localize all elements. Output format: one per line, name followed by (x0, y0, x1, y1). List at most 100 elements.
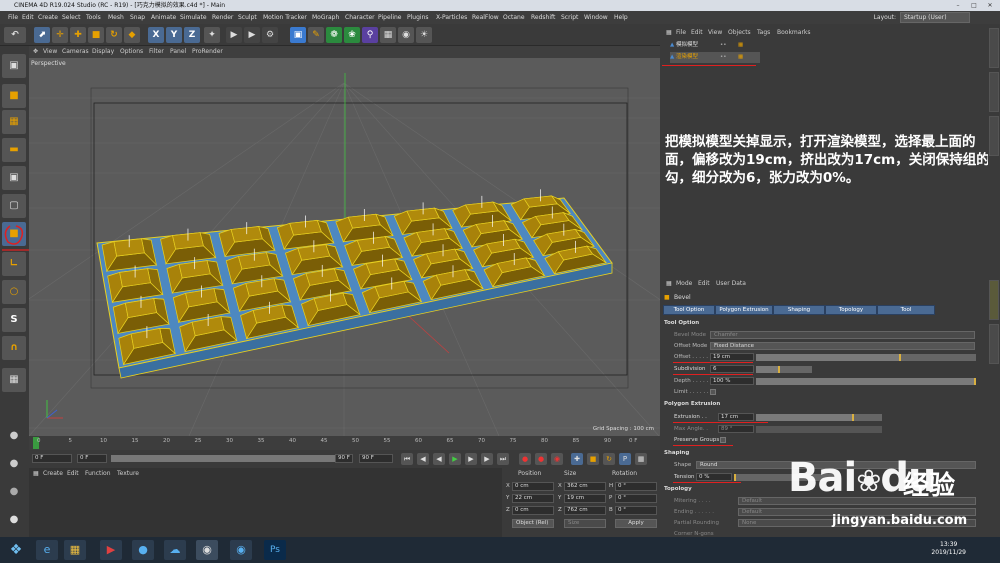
position-z-field[interactable]: 0 cm (512, 506, 554, 515)
phong-tag-icon[interactable]: ▦ (738, 40, 743, 51)
viewport-menu-options[interactable]: Options (120, 46, 143, 58)
tab-tool[interactable]: Tool (877, 305, 935, 315)
menu-mesh[interactable]: Mesh (108, 11, 124, 24)
menu-octane[interactable]: Octane (503, 11, 525, 24)
viewport-menu-display[interactable]: Display (92, 46, 114, 58)
tweak-mode-icon[interactable]: ○ (2, 280, 26, 304)
position-y-field[interactable]: 22 cm (512, 494, 554, 503)
object-row-simulation-model[interactable]: ▲ 模拟模型 •• ▦ (670, 40, 760, 51)
model-mode-icon[interactable]: ■ (2, 84, 26, 108)
object-menu-file[interactable]: File (676, 29, 686, 36)
prev-key-icon[interactable]: ◀ (417, 453, 429, 465)
ie-browser-icon[interactable]: e (36, 540, 58, 560)
extrusion-field[interactable]: 17 cm (718, 413, 754, 421)
points-mode-icon[interactable]: ▣ (2, 166, 26, 190)
material-menu-texture[interactable]: Texture (117, 470, 139, 477)
menu-edit[interactable]: Edit (22, 11, 34, 24)
key-rotation-icon[interactable]: ↻ (603, 453, 615, 465)
coordinate-mode-dropdown[interactable]: Object (Rel) (512, 519, 554, 528)
material-menu-edit[interactable]: Edit (67, 470, 79, 477)
material-manager-grip-icon[interactable]: ▦ (33, 470, 39, 477)
rotation-b-field[interactable]: 0 ° (615, 506, 657, 515)
object-menu-view[interactable]: View (708, 29, 722, 36)
cube-primitive-icon[interactable]: ▣ (290, 27, 306, 43)
next-frame-icon[interactable]: ▶ (465, 453, 477, 465)
goto-start-icon[interactable]: ⏮ (401, 453, 413, 465)
material-menu-function[interactable]: Function (85, 470, 111, 477)
end-frame-field[interactable]: 90 F (359, 454, 393, 463)
x-axis-lock-icon[interactable]: X (148, 27, 164, 43)
tab-topology[interactable]: Topology (825, 305, 877, 315)
min-frame-field[interactable]: 0 F (77, 454, 107, 463)
preview-range-bar[interactable] (111, 455, 351, 462)
floor-icon[interactable]: ▦ (380, 27, 396, 43)
apply-button[interactable]: Apply (615, 519, 657, 528)
depth-field[interactable]: 100 % (710, 377, 754, 385)
axis-mode-icon[interactable]: ∟ (2, 252, 26, 276)
autokey-icon[interactable]: ● (535, 453, 547, 465)
attribute-manager-grip-icon[interactable]: ▦ (666, 280, 672, 287)
menu-help[interactable]: Help (614, 11, 628, 24)
object-menu-bookmarks[interactable]: Bookmarks (777, 29, 811, 36)
content-browser-side-tab[interactable] (989, 116, 999, 156)
rotate-icon[interactable]: ↻ (106, 27, 122, 43)
tab-shaping[interactable]: Shaping (773, 305, 825, 315)
attribute-menu-user-data[interactable]: User Data (716, 280, 746, 287)
visibility-dots-icon[interactable]: •• (720, 40, 727, 51)
object-manager-grip-icon[interactable]: ▦ (666, 29, 672, 36)
live-select-icon[interactable]: ✛ (52, 27, 68, 43)
offset-slider[interactable] (756, 354, 976, 361)
snap-icon[interactable]: S (2, 308, 26, 332)
make-editable-icon[interactable]: ▣ (2, 54, 26, 78)
viewport-menu-cameras[interactable]: Cameras (62, 46, 89, 58)
objects-side-tab[interactable] (989, 28, 999, 68)
subdivision-surface-icon[interactable]: ❁ (326, 27, 342, 43)
texture-mode-icon[interactable]: ▦ (2, 110, 26, 134)
sphere-quick-icon[interactable]: ● (2, 480, 26, 504)
menu-window[interactable]: Window (584, 11, 608, 24)
scale-icon[interactable]: ■ (88, 27, 104, 43)
tab-polygon-extrusion[interactable]: Polygon Extrusion (715, 305, 773, 315)
menu-select[interactable]: Select (62, 11, 81, 24)
size-x-field[interactable]: 362 cm (564, 482, 606, 491)
material-menu-create[interactable]: Create (43, 470, 63, 477)
offset-field[interactable]: 19 cm (710, 353, 754, 361)
qq-browser-icon[interactable]: ● (132, 540, 154, 560)
cinema4d-taskbar-icon[interactable]: ◉ (196, 540, 218, 560)
visibility-dots-icon[interactable]: •• (720, 52, 727, 63)
subdivision-slider[interactable] (756, 366, 812, 373)
key-position-icon[interactable]: ✚ (571, 453, 583, 465)
deformer-icon[interactable]: ⚲ (362, 27, 378, 43)
viewport-menu-panel[interactable]: Panel (170, 46, 186, 58)
media-player-icon[interactable]: ▶ (100, 540, 122, 560)
system-clock[interactable]: 13:39 2019/11/29 (931, 541, 966, 557)
menu-tools[interactable]: Tools (86, 11, 101, 24)
viewport-menu-prorender[interactable]: ProRender (192, 46, 223, 58)
workplane-lock-icon[interactable]: ▦ (2, 368, 26, 392)
y-axis-lock-icon[interactable]: Y (166, 27, 182, 43)
start-button-icon[interactable]: ❖ (6, 540, 26, 560)
close-icon[interactable]: ✕ (982, 0, 998, 11)
menu-create[interactable]: Create (38, 11, 58, 24)
viewport-menu-view[interactable]: View (43, 46, 57, 58)
maximize-icon[interactable]: □ (966, 0, 982, 11)
render-view-icon[interactable]: ▶ (226, 27, 242, 43)
key-pla-icon[interactable]: ▦ (635, 453, 647, 465)
menu-snap[interactable]: Snap (130, 11, 145, 24)
photoshop-taskbar-icon[interactable]: Ps (264, 540, 286, 560)
menu-plugins[interactable]: Plugins (407, 11, 429, 24)
move-icon[interactable]: ✚ (70, 27, 86, 43)
menu-file[interactable]: File (8, 11, 18, 24)
next-key-icon[interactable]: ▶ (481, 453, 493, 465)
layout-dropdown[interactable]: Startup (User) (900, 12, 970, 23)
offset-mode-dropdown[interactable]: Fixed Distance (710, 342, 975, 350)
object-name[interactable]: 渲染模型 (676, 54, 698, 60)
light-icon[interactable]: ☀ (416, 27, 432, 43)
file-explorer-icon[interactable]: ▦ (64, 540, 86, 560)
chocolate-model[interactable] (96, 189, 613, 379)
rotation-p-field[interactable]: 0 ° (615, 494, 657, 503)
menu-motion-tracker[interactable]: Motion Tracker (263, 11, 307, 24)
z-axis-lock-icon[interactable]: Z (184, 27, 200, 43)
menu-character[interactable]: Character (345, 11, 375, 24)
layers-side-tab[interactable] (989, 324, 999, 364)
